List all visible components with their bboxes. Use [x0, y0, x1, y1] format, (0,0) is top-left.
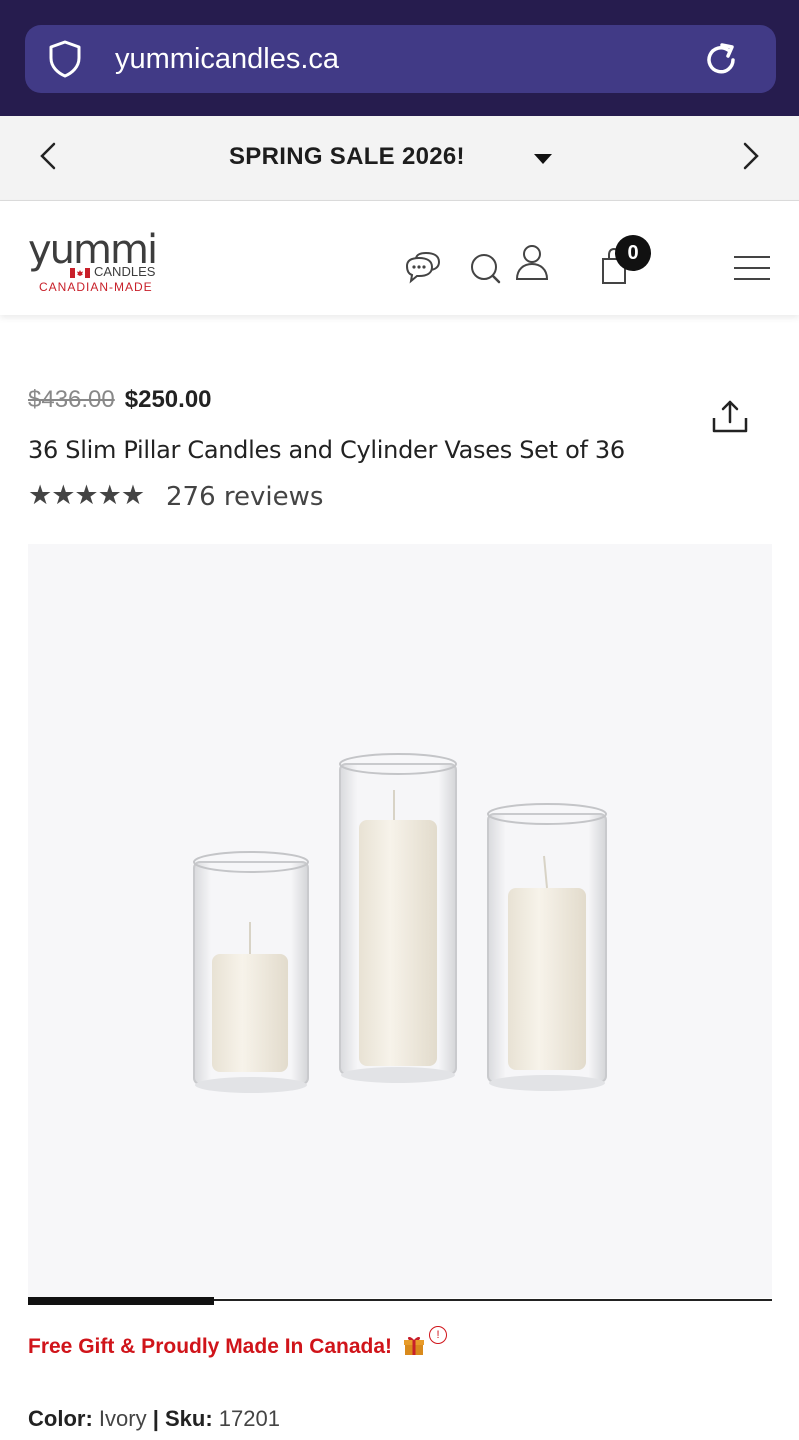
product-title: 36 Slim Pillar Candles and Cylinder Vase… [28, 436, 625, 464]
promo-text: Free Gift & Proudly Made In Canada! [28, 1333, 426, 1359]
sku-value: 17201 [218, 1406, 280, 1431]
url-text[interactable]: yummicandles.ca [115, 43, 339, 76]
chevron-left-icon[interactable] [34, 138, 62, 174]
announcement-bar: SPRING SALE 2026! [0, 116, 799, 201]
original-price: $436.00 [28, 386, 115, 413]
color-value: Ivory [98, 1406, 147, 1431]
logo-tagline: CANADIAN-MADE [39, 280, 153, 294]
shield-icon[interactable] [45, 39, 85, 79]
reload-icon[interactable] [700, 39, 742, 81]
gallery-progress-indicator [28, 1297, 214, 1305]
chevron-right-icon[interactable] [737, 138, 765, 174]
promo-label: Free Gift & Proudly Made In Canada! [28, 1335, 393, 1358]
short-vase [193, 851, 309, 1093]
tall-vase [339, 753, 457, 1083]
caret-down-icon[interactable] [532, 152, 554, 166]
gift-icon [403, 1336, 424, 1355]
share-icon[interactable] [710, 398, 750, 436]
user-icon[interactable] [514, 243, 550, 281]
cart-count-badge[interactable]: 0 [615, 235, 651, 271]
logo[interactable]: yummi CANDLES CANADIAN-MADE [28, 227, 173, 295]
separator: | [152, 1406, 159, 1431]
site-header: yummi CANDLES CANADIAN-MADE 0 [0, 201, 799, 315]
sku-label: Sku: [164, 1406, 213, 1431]
browser-bar: yummicandles.ca [0, 0, 799, 116]
price-row: $436.00 $250.00 [28, 386, 212, 414]
sale-price: $250.00 [124, 386, 212, 413]
star-rating-icon: ★★★★★ [28, 480, 145, 510]
medium-vase [487, 803, 607, 1091]
color-label: Color: [28, 1406, 93, 1431]
logo-sub: CANDLES [94, 264, 156, 279]
search-icon[interactable] [468, 249, 502, 285]
review-count[interactable]: 276 reviews [166, 482, 323, 512]
canada-flag-icon [70, 268, 90, 278]
announcement-text[interactable]: SPRING SALE 2026! [229, 143, 465, 171]
address-bar[interactable]: yummicandles.ca [25, 25, 776, 93]
chat-icon[interactable] [404, 249, 442, 285]
product-meta: Color: Ivory | Sku: 17201 [28, 1406, 280, 1432]
hamburger-menu-icon[interactable] [734, 253, 770, 283]
product-image[interactable] [28, 544, 772, 1298]
info-icon[interactable]: ! [429, 1326, 447, 1344]
